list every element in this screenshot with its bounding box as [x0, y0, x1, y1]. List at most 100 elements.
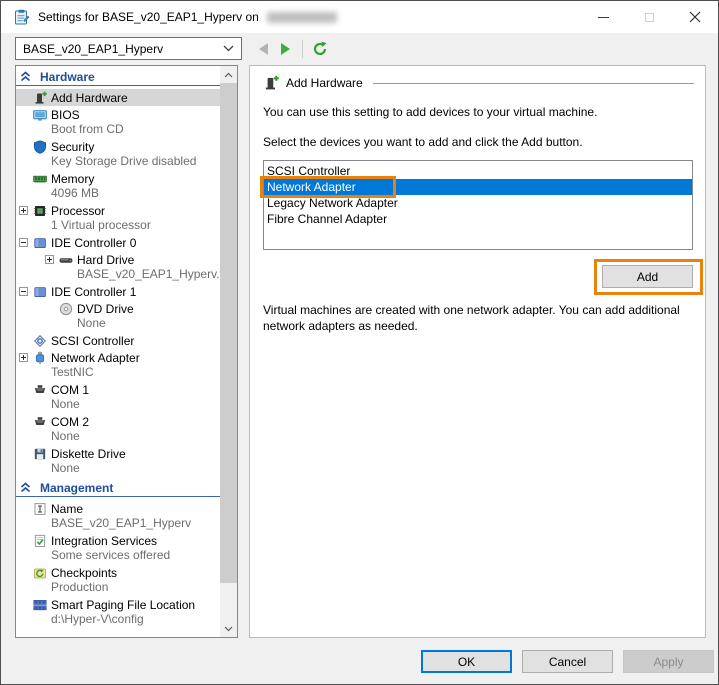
- maximize-button: [626, 2, 672, 33]
- minimize-button[interactable]: [580, 2, 626, 33]
- add-button[interactable]: Add: [602, 265, 693, 289]
- sidebar-item-com-2[interactable]: COM 2: [16, 413, 220, 430]
- sidebar-item-label: Diskette Drive: [51, 446, 126, 461]
- sidebar-item-integration-services[interactable]: Integration Services: [16, 532, 220, 549]
- com-port-icon: [33, 415, 47, 429]
- sidebar-item-hard-drive[interactable]: Hard Drive: [16, 251, 220, 268]
- navigate-back-button[interactable]: [252, 38, 274, 60]
- sidebar-item-label: Security: [51, 139, 95, 154]
- sidebar-item-memory[interactable]: Memory: [16, 170, 220, 187]
- chevron-down-icon: [223, 45, 234, 52]
- sidebar-item-label: COM 2: [51, 414, 90, 429]
- ok-button[interactable]: OK: [421, 650, 512, 673]
- sidebar-item-label: IDE Controller 1: [51, 284, 137, 299]
- device-option-fibre-channel-adapter[interactable]: Fibre Channel Adapter: [264, 211, 692, 227]
- sidebar-item-label: Smart Paging File Location: [51, 597, 196, 612]
- scroll-down-button[interactable]: [220, 620, 237, 637]
- sidebar-item-sublabel: BASE_v20_EAP1_Hyperv: [51, 517, 192, 530]
- sidebar-item-name[interactable]: Name: [16, 500, 220, 517]
- chevron-down-icon: [224, 626, 233, 631]
- sidebar-item-diskette-drive[interactable]: Diskette Drive: [16, 445, 220, 462]
- sidebar-scrollbar[interactable]: [220, 66, 237, 637]
- sidebar-item-label: Hard Drive: [77, 252, 135, 267]
- toolbar-separator: [302, 39, 303, 58]
- settings-dialog: Settings for BASE_v20_EAP1_Hyperv on BAS…: [0, 0, 719, 685]
- vm-selector-dropdown[interactable]: BASE_v20_EAP1_Hyperv: [15, 37, 242, 60]
- titlebar: Settings for BASE_v20_EAP1_Hyperv on: [1, 1, 718, 33]
- settings-tree-panel: Hardware Add Hardware BIOS Boot from CD …: [15, 65, 238, 638]
- sidebar-item-label: Integration Services: [51, 533, 158, 548]
- bios-icon: [33, 108, 47, 122]
- sidebar-item-add-hardware[interactable]: Add Hardware: [16, 89, 220, 106]
- sidebar-item-sublabel: None: [51, 462, 80, 475]
- sidebar-item-label: Checkpoints: [51, 565, 118, 580]
- sidebar-item-processor[interactable]: Processor: [16, 202, 220, 219]
- sidebar-item-bios[interactable]: BIOS: [16, 106, 220, 123]
- scroll-up-button[interactable]: [220, 66, 237, 83]
- sidebar-item-label: Name: [51, 501, 84, 516]
- security-shield-icon: [33, 139, 47, 154]
- apply-button: Apply: [623, 650, 714, 673]
- cancel-button[interactable]: Cancel: [522, 650, 613, 673]
- section-header-hardware[interactable]: Hardware: [16, 68, 220, 86]
- pane-title: Add Hardware: [286, 76, 363, 90]
- hyperv-settings-app-icon: [13, 9, 30, 26]
- section-title: Management: [40, 480, 114, 495]
- sidebar-item-sublabel: BASE_v20_EAP1_Hyperv.v...: [77, 268, 220, 281]
- scrollbar-thumb[interactable]: [220, 83, 237, 583]
- sidebar-item-checkpoints[interactable]: Checkpoints: [16, 564, 220, 581]
- expand-plus-icon[interactable]: [19, 206, 28, 215]
- sidebar-item-sublabel: None: [51, 398, 80, 411]
- sidebar-item-label: Network Adapter: [51, 350, 140, 365]
- sidebar-item-sublabel: TestNIC: [51, 366, 94, 379]
- device-option-network-adapter[interactable]: Network Adapter: [260, 176, 692, 199]
- sidebar-item-label: SCSI Controller: [51, 333, 135, 348]
- sidebar-item-sublabel: Production: [51, 581, 109, 594]
- sidebar-item-ide-controller-1[interactable]: IDE Controller 1: [16, 283, 220, 300]
- sidebar-item-sublabel: Some services offered: [51, 549, 171, 562]
- expand-plus-icon[interactable]: [45, 255, 54, 264]
- add-hardware-icon: [33, 91, 47, 105]
- sidebar-item-smart-paging-file-location[interactable]: Smart Paging File Location: [16, 596, 220, 613]
- sidebar-item-sublabel: Key Storage Drive disabled: [51, 155, 197, 168]
- settings-tree: Hardware Add Hardware BIOS Boot from CD …: [16, 66, 220, 637]
- device-option-legacy-network-adapter[interactable]: Legacy Network Adapter: [264, 195, 692, 211]
- sidebar-item-sublabel: d:\Hyper-V\config: [51, 613, 144, 626]
- sidebar-item-com-1[interactable]: COM 1: [16, 381, 220, 398]
- checkpoints-icon: [33, 566, 47, 580]
- sidebar-item-network-adapter[interactable]: Network Adapter: [16, 349, 220, 366]
- sidebar-item-sublabel: None: [77, 317, 106, 330]
- sidebar-item-sublabel: None: [51, 430, 80, 443]
- add-hardware-pane: Add Hardware You can use this setting to…: [249, 65, 706, 638]
- dvd-drive-icon: [59, 302, 73, 316]
- collapse-section-icon: [20, 482, 31, 493]
- refresh-button[interactable]: [309, 38, 331, 60]
- sidebar-item-label: IDE Controller 0: [51, 235, 137, 250]
- sidebar-item-label: COM 1: [51, 382, 90, 397]
- sidebar-item-security[interactable]: Security: [16, 138, 220, 155]
- collapse-minus-icon[interactable]: [19, 238, 28, 247]
- pane-header: Add Hardware: [250, 66, 705, 91]
- window-title: Settings for BASE_v20_EAP1_Hyperv on: [38, 10, 259, 24]
- hard-drive-icon: [59, 253, 73, 267]
- expand-plus-icon[interactable]: [19, 353, 28, 362]
- sidebar-item-label: Add Hardware: [51, 90, 128, 105]
- section-header-management[interactable]: Management: [16, 479, 220, 497]
- section-title: Hardware: [40, 69, 95, 84]
- navigate-forward-button[interactable]: [274, 38, 296, 60]
- collapse-minus-icon[interactable]: [19, 287, 28, 296]
- sidebar-item-dvd-drive[interactable]: DVD Drive: [16, 300, 220, 317]
- minimize-icon: [597, 16, 609, 18]
- device-listbox[interactable]: SCSI Controller Network Adapter Legacy N…: [260, 160, 693, 251]
- back-arrow-icon: [258, 42, 268, 55]
- scsi-controller-icon: [33, 334, 47, 348]
- close-icon: [689, 11, 701, 23]
- device-option-scsi-controller[interactable]: SCSI Controller: [264, 163, 692, 179]
- sidebar-item-scsi-controller[interactable]: SCSI Controller: [16, 332, 220, 349]
- forward-arrow-icon: [280, 42, 290, 55]
- chevron-up-icon: [224, 72, 233, 77]
- close-button[interactable]: [672, 2, 718, 33]
- integration-services-icon: [33, 534, 47, 548]
- sidebar-item-ide-controller-0[interactable]: IDE Controller 0: [16, 234, 220, 251]
- vm-selector-value: BASE_v20_EAP1_Hyperv: [23, 41, 164, 56]
